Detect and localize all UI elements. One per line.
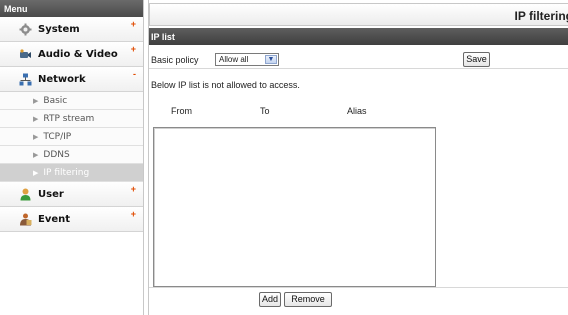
- menu-item-audio-video[interactable]: Audio & Video +: [0, 42, 143, 67]
- ip-list-box[interactable]: [153, 127, 436, 287]
- event-icon: [20, 213, 32, 226]
- basic-policy-select[interactable]: Allow all ▼: [215, 53, 279, 66]
- remove-button[interactable]: Remove: [284, 292, 332, 307]
- sidebar-item-rtp-stream[interactable]: ▶ RTP stream: [0, 110, 143, 128]
- expand-icon: +: [130, 19, 136, 29]
- sidebar-item-basic[interactable]: ▶ Basic: [0, 92, 143, 110]
- menu-item-event[interactable]: Event +: [0, 207, 143, 232]
- sidebar-item-label: RTP stream: [43, 113, 95, 124]
- chevron-right-icon: ▶: [33, 168, 39, 177]
- sidebar-item-tcp-ip[interactable]: ▶ TCP/IP: [0, 128, 143, 146]
- basic-policy-label: Basic policy: [151, 55, 199, 65]
- column-header-to: To: [260, 106, 270, 116]
- chevron-down-icon[interactable]: ▼: [265, 55, 277, 64]
- main-panel: IP filtering IP list Basic policy Allow …: [148, 0, 568, 315]
- menu-item-label: Audio & Video: [38, 48, 118, 60]
- sidebar-item-label: TCP/IP: [43, 131, 72, 142]
- user-icon: [20, 188, 31, 201]
- expand-icon: +: [130, 184, 136, 194]
- expand-icon: +: [130, 44, 136, 54]
- sidebar-item-ddns[interactable]: ▶ DDNS: [0, 146, 143, 164]
- page-title-bar: IP filtering: [149, 3, 568, 26]
- sidebar-item-ip-filtering[interactable]: ▶ IP filtering: [0, 164, 143, 182]
- column-header-from: From: [171, 106, 192, 116]
- sidebar-menu: Menu System + Audio & Video + Network - …: [0, 0, 144, 315]
- network-icon: [19, 73, 32, 86]
- sidebar-item-label: DDNS: [43, 149, 70, 160]
- chevron-right-icon: ▶: [33, 114, 39, 123]
- add-button[interactable]: Add: [259, 292, 281, 307]
- basic-policy-row: Basic policy Allow all ▼ Save: [149, 50, 568, 69]
- column-header-alias: Alias: [347, 106, 367, 116]
- camera-icon: [20, 49, 31, 58]
- sidebar-item-label: IP filtering: [43, 167, 90, 178]
- expand-icon: +: [130, 209, 136, 219]
- chevron-right-icon: ▶: [33, 96, 39, 105]
- section-header: IP list: [149, 28, 568, 45]
- menu-item-system[interactable]: System +: [0, 17, 143, 42]
- save-button[interactable]: Save: [463, 52, 490, 67]
- ip-list-note: Below IP list is not allowed to access.: [151, 80, 300, 90]
- divider: [149, 287, 568, 288]
- menu-item-user[interactable]: User +: [0, 182, 143, 207]
- sidebar-item-label: Basic: [43, 95, 68, 106]
- gear-icon: [19, 23, 32, 36]
- menu-item-label: System: [38, 23, 80, 35]
- menu-item-network[interactable]: Network -: [0, 67, 143, 92]
- page-title: IP filtering: [514, 9, 568, 23]
- basic-policy-value: Allow all: [219, 55, 249, 64]
- collapse-icon: -: [133, 69, 136, 79]
- menu-item-label: Network: [38, 73, 86, 85]
- menu-item-label: Event: [38, 213, 71, 225]
- note-row: Below IP list is not allowed to access.: [149, 75, 568, 94]
- menu-header: Menu: [0, 0, 143, 17]
- chevron-right-icon: ▶: [33, 150, 39, 159]
- menu-item-label: User: [38, 188, 64, 200]
- chevron-right-icon: ▶: [33, 132, 39, 141]
